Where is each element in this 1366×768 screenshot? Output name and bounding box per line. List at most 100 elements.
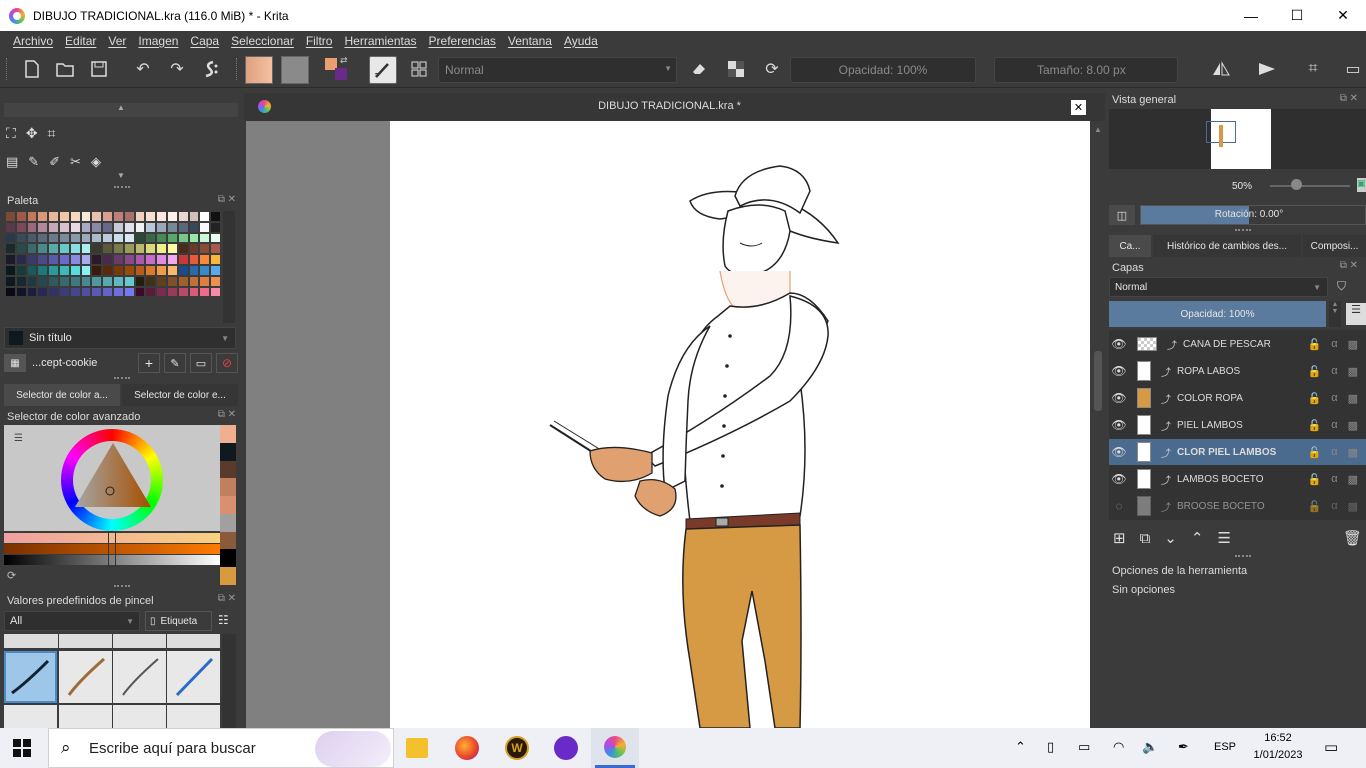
menu-editar[interactable]: Editar (59, 34, 102, 48)
add-layer-icon[interactable]: ⊞ (1113, 529, 1126, 547)
palette-swatch[interactable] (48, 211, 59, 222)
palette-swatch[interactable] (26, 221, 38, 233)
palette-swatch[interactable] (210, 264, 221, 276)
visibility-eye-icon[interactable]: 👁 (1109, 472, 1129, 486)
panel-splitter[interactable] (1235, 555, 1251, 558)
palette-swatch[interactable] (112, 221, 124, 233)
palette-swatch[interactable] (80, 254, 92, 265)
palette-swatch[interactable] (5, 221, 16, 233)
fg-bg-color-selector[interactable]: ⇄ (323, 55, 353, 84)
mirror-vertical-icon[interactable] (1253, 58, 1281, 80)
palette-swatch[interactable] (91, 275, 103, 287)
tab-specific-selector[interactable]: Selector de color e... (122, 384, 238, 406)
drawing-canvas[interactable] (390, 121, 1090, 728)
palette-swatch[interactable] (156, 211, 167, 222)
palette-swatch[interactable] (48, 232, 59, 244)
refresh-icon[interactable]: ⟳ (7, 569, 16, 582)
palette-swatch[interactable] (102, 232, 113, 244)
layer-opacity-slider[interactable]: Opacidad: 100% (1109, 301, 1326, 327)
palette-swatches[interactable] (5, 211, 221, 323)
selector-settings-icon[interactable]: ☰ (14, 433, 23, 444)
brush-preset-item[interactable] (167, 651, 220, 703)
palette-swatch[interactable] (5, 286, 16, 298)
redo-icon[interactable]: ↷ (165, 58, 189, 80)
palette-swatch[interactable] (5, 264, 16, 276)
layer-name[interactable]: BROOSE BOCETO (1177, 501, 1297, 512)
palette-swatch[interactable] (26, 286, 38, 298)
palette-swatch[interactable] (156, 243, 167, 255)
file-explorer-icon[interactable] (406, 738, 428, 758)
palette-swatch[interactable] (199, 286, 211, 298)
brush-preset-item[interactable] (167, 705, 220, 728)
palette-swatch[interactable] (102, 275, 113, 287)
palette-swatch[interactable] (166, 275, 178, 287)
move-layer-down-icon[interactable]: ⌄ (1164, 529, 1177, 547)
palette-swatch[interactable] (15, 221, 27, 233)
palette-swatch[interactable] (177, 243, 189, 255)
palette-swatch[interactable] (48, 243, 59, 255)
palette-resource-icon[interactable]: ▦ (4, 354, 26, 372)
menu-ventana[interactable]: Ventana (502, 34, 558, 48)
language-indicator[interactable]: ESP (1214, 741, 1236, 753)
palette-swatch[interactable] (177, 221, 189, 233)
battery-icon[interactable]: ▭ (1078, 739, 1090, 755)
panel-splitter[interactable] (114, 585, 130, 588)
layer-name[interactable]: CAÑA DE PESCAR (1183, 339, 1303, 350)
layer-name[interactable]: CLOR PIEL LAMBOS (1177, 447, 1297, 458)
lock-icon[interactable]: 🔓 (1308, 500, 1322, 513)
scrollbar-thumb[interactable] (1094, 351, 1102, 411)
purple-app-icon[interactable] (554, 736, 578, 760)
notifications-icon[interactable]: ▭ (1324, 738, 1338, 756)
toolbox-scroll-down[interactable]: ▼ (4, 171, 238, 181)
close-document-icon[interactable]: ✕ (1071, 100, 1086, 115)
brush-presets-scrollbar[interactable] (222, 634, 236, 728)
palette-swatch[interactable] (134, 232, 146, 244)
canvas-viewport[interactable] (246, 121, 1090, 728)
palette-swatch[interactable] (26, 211, 38, 222)
palette-swatch[interactable] (58, 211, 70, 222)
palette-swatch[interactable] (112, 232, 124, 244)
visibility-eye-icon[interactable]: 👁 (1109, 418, 1129, 432)
layer-row[interactable]: 👁 ⤴ ROPA LABOS 🔓 α ▩ (1109, 358, 1366, 384)
visibility-eye-icon[interactable]: 👁 (1109, 391, 1129, 405)
palette-swatch[interactable] (58, 221, 70, 233)
overview-thumbnail[interactable] (1206, 109, 1271, 169)
palette-swatch[interactable] (102, 264, 113, 276)
palette-panel-controls[interactable]: ⧉ ✕ (218, 194, 236, 205)
palette-swatch[interactable] (58, 286, 70, 298)
toolbox-scroll-up[interactable]: ▲ (4, 103, 238, 117)
visibility-eye-icon[interactable]: 👁 (1109, 337, 1129, 351)
palette-swatch[interactable] (80, 232, 92, 244)
scroll-up-icon[interactable]: ▲ (1094, 125, 1102, 134)
layer-row[interactable]: 👁 ⤴ LAMBOS BOCETO 🔓 α ▩ (1109, 466, 1366, 492)
lock-icon[interactable]: 🔓 (1308, 338, 1322, 351)
layer-name[interactable]: COLOR ROPA (1177, 393, 1297, 404)
undo-icon[interactable]: ↶ (131, 58, 155, 80)
open-folder-icon[interactable] (53, 58, 77, 80)
palette-swatch[interactable] (156, 232, 167, 244)
palette-swatch[interactable] (5, 211, 16, 222)
wifi-icon[interactable]: ◠ (1113, 739, 1124, 755)
lock-icon[interactable]: 🔓 (1308, 473, 1322, 486)
slider-handle[interactable] (108, 531, 116, 567)
palette-scrollbar[interactable] (223, 211, 235, 323)
palette-swatch[interactable] (156, 254, 167, 265)
layer-name[interactable]: LAMBOS BOCETO (1177, 474, 1297, 485)
palette-swatch[interactable] (134, 221, 146, 233)
alpha-lock-icon[interactable]: α (1331, 473, 1337, 486)
palette-swatch[interactable] (123, 275, 135, 287)
blend-mode-select[interactable]: Normal ▼ (438, 57, 677, 83)
palette-swatch[interactable] (145, 221, 157, 233)
palette-swatch[interactable] (166, 221, 178, 233)
palette-swatch[interactable] (80, 264, 92, 276)
new-document-icon[interactable] (20, 58, 44, 80)
palette-swatch[interactable] (134, 264, 146, 276)
palette-swatch[interactable] (134, 211, 146, 222)
palette-swatch[interactable] (166, 211, 178, 222)
palette-swatch[interactable] (177, 275, 189, 287)
palette-swatch[interactable] (91, 286, 103, 298)
palette-swatch[interactable] (15, 264, 27, 276)
delete-color-icon[interactable]: ⊘ (216, 353, 238, 373)
show-hidden-icons-icon[interactable]: ⌃ (1015, 739, 1026, 755)
palette-swatch[interactable] (166, 264, 178, 276)
